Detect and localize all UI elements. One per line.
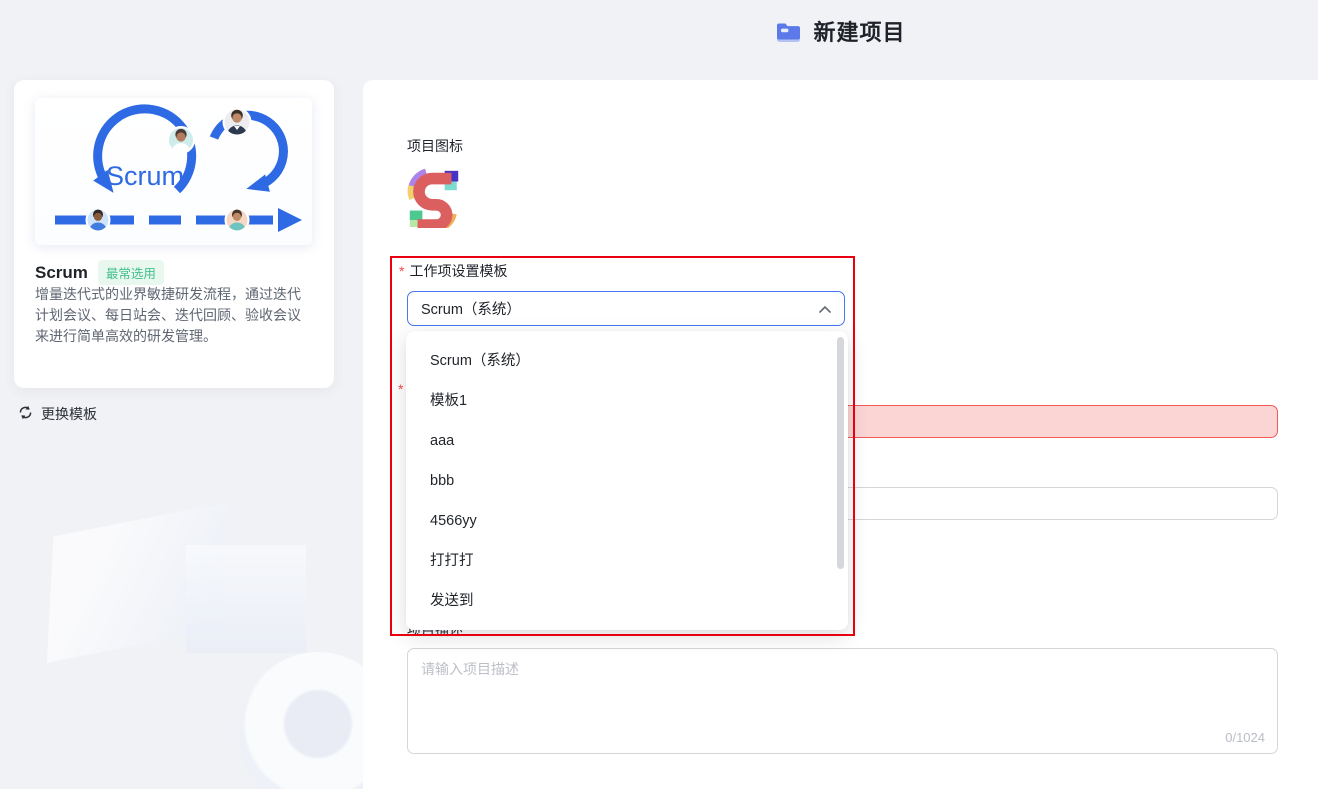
template-field-label: 工作项设置模板 [409,261,507,281]
description-field: 0/1024 [407,648,1278,754]
background-decoration [186,545,306,653]
scrum-illustration: Scrum [35,98,312,245]
chevron-up-icon [819,301,831,317]
template-dropdown: Scrum（系统） 模板1 aaa bbb 4566yy 打打打 发送到 [406,331,848,630]
char-counter: 0/1024 [1225,730,1265,745]
required-asterisk: * [399,263,404,279]
project-icon-label: 项目图标 [407,136,463,156]
dropdown-option[interactable]: 4566yy [406,501,848,541]
dropdown-option[interactable]: 打打打 [406,541,848,581]
scrum-illustration-label: Scrum [106,161,184,191]
page-header: 新建项目 [363,0,1318,62]
project-icon[interactable] [405,166,463,228]
template-description: 增量迭代式的业界敏捷研发流程，通过迭代计划会议、每日站会、迭代回顾、验收会议来进… [35,284,314,347]
change-template-label: 更换模板 [41,404,97,424]
description-textarea[interactable] [407,648,1278,754]
new-project-page: 新建项目 Scrum [0,0,1318,789]
dropdown-option[interactable]: bbb [406,461,848,501]
page-title: 新建项目 [813,15,905,47]
most-used-badge: 最常选用 [98,260,164,285]
main-panel: 项目图标 * 项目描述 0/1024 * 工作项设置模板 [363,80,1318,789]
template-card-header: Scrum 最常选用 [35,260,164,285]
dropdown-option[interactable]: aaa [406,421,848,461]
dropdown-option[interactable]: Scrum（系统） [406,341,848,381]
dropdown-option[interactable]: 发送到 [406,581,848,621]
dropdown-scrollbar-thumb[interactable] [837,337,844,569]
template-field-label-row: * 工作项设置模板 [399,261,507,281]
change-template-button[interactable]: 更换模板 [14,400,101,428]
template-select[interactable]: Scrum（系统） [407,291,845,326]
refresh-icon [18,405,33,423]
template-card[interactable]: Scrum [14,80,334,388]
required-asterisk: * [398,381,403,397]
dropdown-option[interactable]: 模板1 [406,381,848,421]
template-name: Scrum [35,263,88,283]
select-value: Scrum（系统） [421,298,521,319]
folder-icon [775,19,802,44]
